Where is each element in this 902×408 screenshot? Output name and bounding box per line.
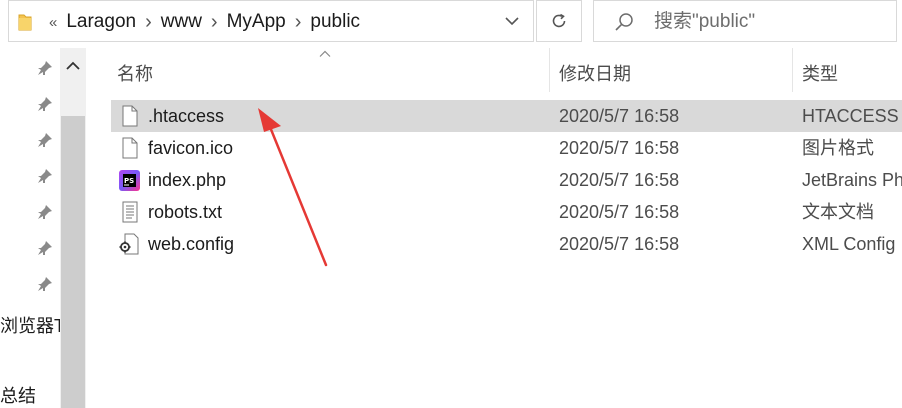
- annotation-arrow-icon: [258, 108, 328, 267]
